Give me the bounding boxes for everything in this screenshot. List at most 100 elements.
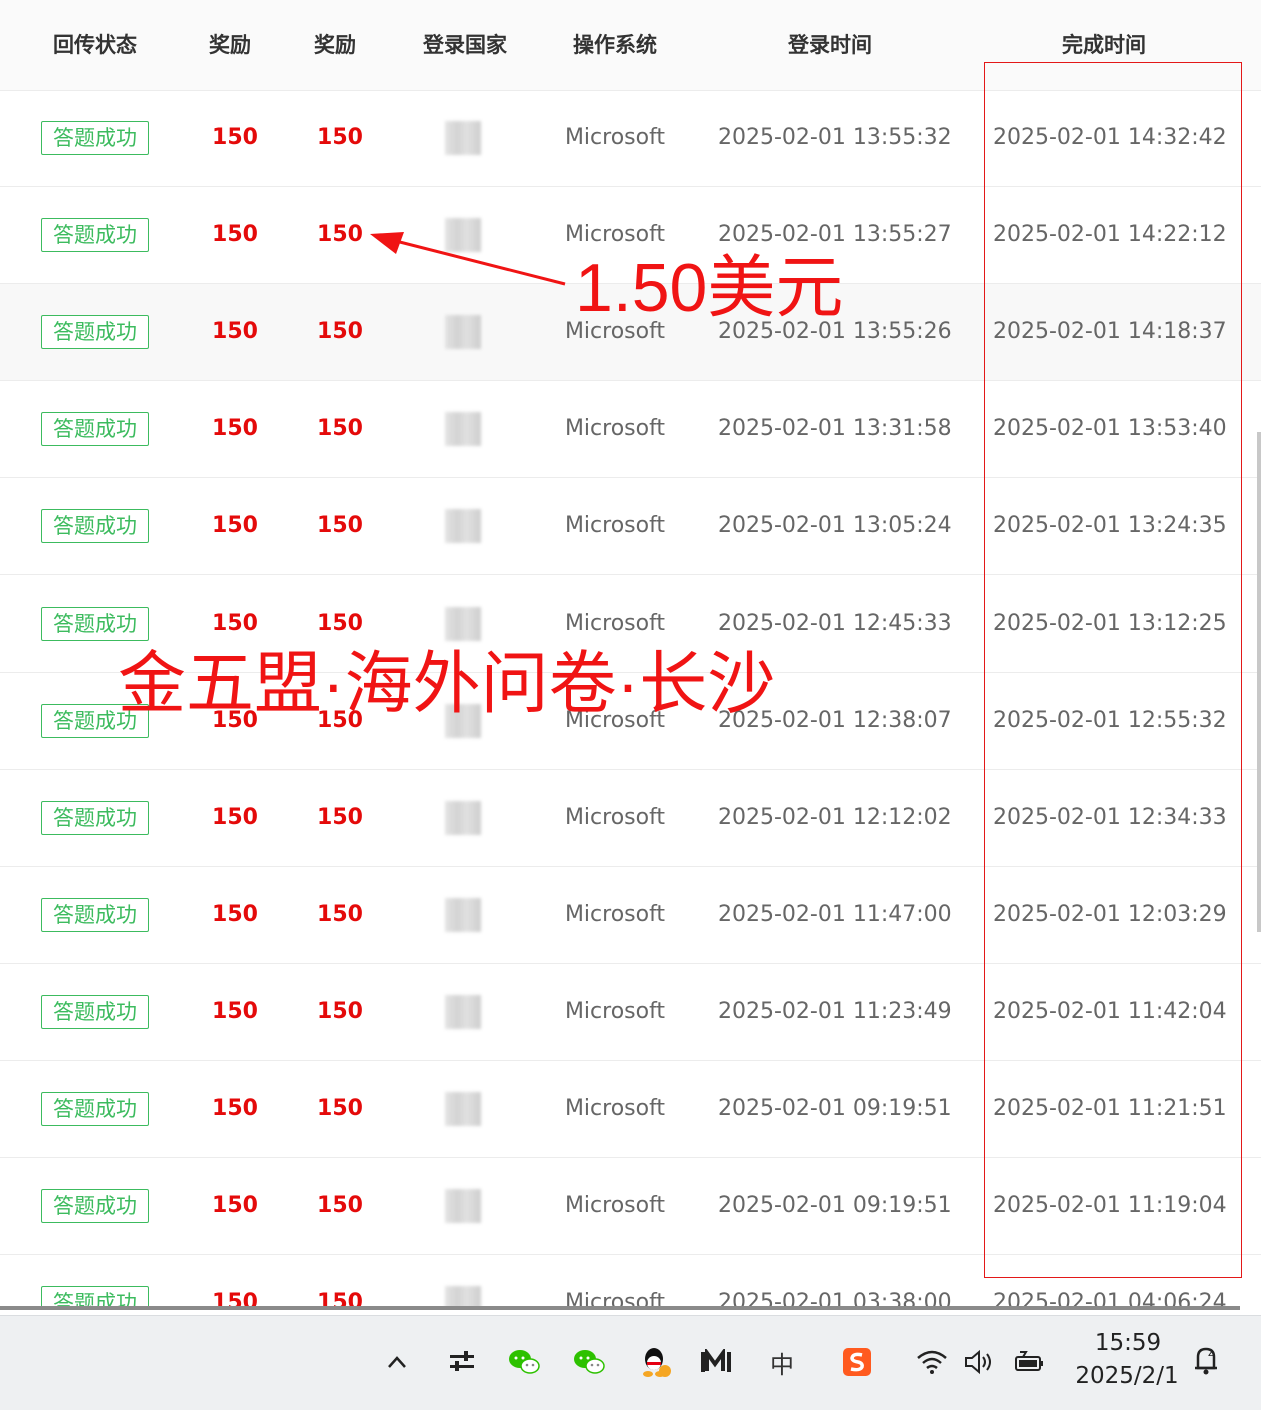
status-badge: 答题成功 [41, 800, 149, 835]
country-flag-blurred [444, 315, 481, 350]
header-finish-time[interactable]: 完成时间 [994, 30, 1214, 60]
highlight-box [984, 62, 1242, 1278]
country-cell [400, 381, 525, 477]
reward-value: 150 [212, 319, 258, 345]
status-badge: 答题成功 [41, 121, 149, 155]
os-value: Microsoft [564, 513, 666, 539]
login-time: 2025-02-01 13:31:58 [718, 416, 952, 442]
reward-value-2: 150 [317, 804, 363, 830]
country-cell [400, 90, 525, 186]
status-cell: 答题成功 [20, 770, 170, 866]
country-cell [400, 867, 525, 963]
reward-value-2: 150 [317, 1290, 363, 1310]
ime-icon[interactable]: 中 [765, 1345, 799, 1379]
status-cell: 答题成功 [20, 187, 170, 283]
country-cell [400, 964, 525, 1060]
notification-bell-icon[interactable]: z [1190, 1342, 1222, 1382]
wechat-icon[interactable] [507, 1345, 541, 1379]
country-cell [400, 1061, 525, 1157]
vertical-scrollbar[interactable] [1257, 432, 1261, 932]
reward-value: 150 [212, 901, 258, 927]
os-value: Microsoft [564, 998, 666, 1024]
reward-value: 150 [212, 804, 258, 830]
qq-icon[interactable] [638, 1345, 672, 1379]
login-time: 2025-02-01 11:47:00 [718, 901, 952, 927]
header-country[interactable]: 登录国家 [400, 30, 530, 60]
country-flag-blurred [444, 121, 481, 155]
country-flag-blurred [444, 897, 481, 932]
os-value: Microsoft [564, 1193, 666, 1219]
login-time: 2025-02-01 09:19:51 [718, 1193, 952, 1219]
status-badge: 答题成功 [41, 315, 149, 350]
svg-text:z: z [1208, 1347, 1214, 1359]
country-flag-blurred [444, 509, 481, 544]
reward-value-2: 150 [317, 125, 363, 150]
status-badge: 答题成功 [41, 218, 149, 253]
status-cell: 答题成功 [20, 964, 170, 1060]
status-cell: 答题成功 [20, 90, 170, 186]
header-login-time[interactable]: 登录时间 [720, 30, 940, 60]
status-badge: 答题成功 [41, 412, 149, 447]
wechat-icon[interactable] [572, 1345, 606, 1379]
reward-value: 150 [212, 1096, 258, 1121]
status-cell: 答题成功 [20, 1061, 170, 1157]
header-os[interactable]: 操作系统 [550, 30, 680, 60]
os-value: Microsoft [564, 804, 666, 830]
country-flag-blurred [444, 606, 481, 641]
os-value: Microsoft [564, 1290, 666, 1310]
os-value: Microsoft [564, 125, 666, 150]
header-status[interactable]: 回传状态 [20, 30, 170, 60]
status-badge: 答题成功 [41, 994, 149, 1029]
header-reward[interactable]: 奖励 [180, 30, 280, 60]
login-time: 2025-02-01 11:23:49 [718, 998, 952, 1024]
country-cell [400, 1158, 525, 1254]
reward-value-2: 150 [317, 901, 363, 927]
horizontal-scrollbar[interactable] [0, 1306, 1240, 1310]
reward-value-2: 150 [317, 416, 363, 442]
os-value: Microsoft [564, 416, 666, 442]
country-flag-blurred [444, 800, 481, 835]
chevron-up-icon[interactable] [380, 1345, 414, 1379]
login-time: 2025-02-01 13:55:32 [718, 125, 952, 150]
sogou-icon[interactable] [840, 1345, 874, 1379]
reward-value-2: 150 [317, 1193, 363, 1219]
country-flag-blurred [444, 1189, 481, 1224]
status-badge: 答题成功 [41, 897, 149, 932]
clock-date[interactable]: 2025/2/1 [1070, 1363, 1184, 1389]
status-badge: 答题成功 [41, 606, 149, 641]
status-cell: 答题成功 [20, 478, 170, 574]
reward-value-2: 150 [317, 513, 363, 539]
country-flag-blurred [444, 1092, 481, 1126]
reward-value: 150 [212, 998, 258, 1024]
wifi-icon[interactable] [915, 1345, 949, 1379]
country-cell [400, 1255, 525, 1310]
settings-sliders-icon[interactable] [445, 1345, 479, 1379]
status-cell: 答题成功 [20, 381, 170, 477]
reward-value-2: 150 [317, 998, 363, 1024]
mi-logo-icon[interactable] [699, 1345, 733, 1379]
reward-value: 150 [212, 513, 258, 539]
reward-value-2: 150 [317, 1096, 363, 1121]
login-time: 2025-02-01 09:19:51 [718, 1096, 952, 1121]
price-annotation: 1.50美元 [575, 250, 844, 326]
status-cell: 答题成功 [20, 1255, 170, 1310]
reward-value: 150 [212, 1193, 258, 1219]
reward-value: 150 [212, 125, 258, 150]
reward-value: 150 [212, 1290, 258, 1310]
clock-time[interactable]: 15:59 [1078, 1330, 1178, 1356]
ime-label: 中 [770, 1350, 794, 1379]
battery-icon[interactable] [1012, 1345, 1046, 1379]
login-time: 2025-02-01 03:38:00 [718, 1290, 952, 1310]
volume-icon[interactable] [962, 1345, 996, 1379]
login-time: 2025-02-01 13:05:24 [718, 513, 952, 539]
watermark-text: 金五盟·海外问卷·长沙 [118, 646, 776, 722]
login-time: 2025-02-01 12:12:02 [718, 804, 952, 830]
country-cell [400, 770, 525, 866]
status-cell: 答题成功 [20, 867, 170, 963]
country-cell [400, 478, 525, 574]
arrow-annotation [370, 232, 566, 286]
status-cell: 答题成功 [20, 284, 170, 380]
country-flag-blurred [444, 994, 481, 1029]
os-value: Microsoft [564, 901, 666, 927]
header-reward-2[interactable]: 奖励 [285, 30, 385, 60]
